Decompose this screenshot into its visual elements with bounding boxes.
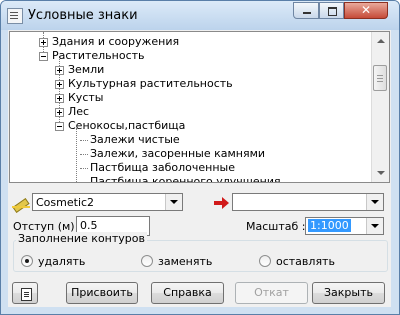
scale-label: Масштаб : <box>246 220 306 233</box>
dialog-window: Условные знаки Здания и сооружения Расти… <box>0 0 400 315</box>
tree-line <box>80 168 88 169</box>
document-button[interactable] <box>12 282 38 304</box>
window-title: Условные знаки <box>28 8 138 23</box>
tree-line <box>80 140 88 141</box>
radio-replace-label[interactable]: заменять <box>158 255 212 268</box>
app-icon <box>7 8 23 24</box>
radio-keep[interactable] <box>259 255 271 267</box>
tree-item-label: Земли <box>68 63 105 76</box>
pencil-icon <box>9 194 31 212</box>
help-button[interactable]: Справка <box>151 282 224 304</box>
tree-item[interactable]: Залежи чистые <box>90 133 180 147</box>
scroll-down-button[interactable] <box>372 165 389 182</box>
document-icon <box>21 288 32 301</box>
fill-contours-title: Заполнение контуров <box>16 232 147 245</box>
close-button[interactable]: Закрыть <box>312 282 385 304</box>
radio-delete-label[interactable]: удалять <box>38 255 85 268</box>
dialog-client: Здания и сооружения Растительность Земли… <box>8 30 391 307</box>
close-window-button[interactable] <box>344 2 388 19</box>
collapse-icon[interactable] <box>39 52 48 61</box>
tree-item-label: Культурная растительность <box>68 77 233 90</box>
red-arrow-icon <box>212 196 230 210</box>
tree-item[interactable]: Пастбища коренного улучшения <box>90 175 281 183</box>
tree-item-label: Сенокосы,пастбища <box>68 119 186 132</box>
tree-line <box>76 128 77 182</box>
symbol-tree[interactable]: Здания и сооружения Растительность Земли… <box>9 31 390 183</box>
tree-scrollbar[interactable] <box>371 32 389 182</box>
tree-item-label: Пастбища коренного улучшения <box>90 175 281 183</box>
tree-item-label: Залежи, засоренные камнями <box>90 147 266 160</box>
scale-combo-value: 1:1000 <box>308 219 351 232</box>
maximize-button[interactable] <box>319 2 344 19</box>
minimize-button[interactable] <box>293 2 319 19</box>
assign-button[interactable]: Присвоить <box>66 282 138 304</box>
expand-icon[interactable] <box>39 38 48 47</box>
radio-replace[interactable] <box>141 255 153 267</box>
target-combo[interactable] <box>232 193 384 211</box>
tree-line <box>80 154 88 155</box>
scroll-up-button[interactable] <box>372 32 389 49</box>
tree-item-label: Растительность <box>52 49 145 62</box>
undo-button[interactable]: Откат <box>235 282 308 304</box>
expand-icon[interactable] <box>55 108 64 117</box>
chevron-down-icon[interactable] <box>366 218 383 234</box>
scroll-thumb[interactable] <box>373 65 387 91</box>
collapse-icon[interactable] <box>55 122 64 131</box>
expand-icon[interactable] <box>55 66 64 75</box>
tree-item[interactable]: Залежи, засоренные камнями <box>90 147 265 161</box>
chevron-down-icon[interactable] <box>366 194 383 210</box>
expand-icon[interactable] <box>55 94 64 103</box>
style-combo[interactable]: Cosmetic2 <box>32 193 183 211</box>
chevron-down-icon[interactable] <box>165 194 182 210</box>
radio-keep-label[interactable]: оставлять <box>276 255 335 268</box>
style-combo-value: Cosmetic2 <box>36 196 95 209</box>
scale-combo[interactable]: 1:1000 <box>305 217 384 235</box>
radio-delete[interactable] <box>21 255 33 267</box>
expand-icon[interactable] <box>55 80 64 89</box>
tree-item-label: Залежи чистые <box>90 133 180 146</box>
tree-item-label: Здания и сооружения <box>52 35 180 48</box>
tree-item-label: Лес <box>68 105 90 118</box>
tree-item[interactable]: Пастбища заболоченные <box>90 161 235 175</box>
title-bar[interactable]: Условные знаки <box>1 1 399 30</box>
tree-item-label: Пастбища заболоченные <box>90 161 235 174</box>
tree-item-label: Кусты <box>68 91 104 104</box>
